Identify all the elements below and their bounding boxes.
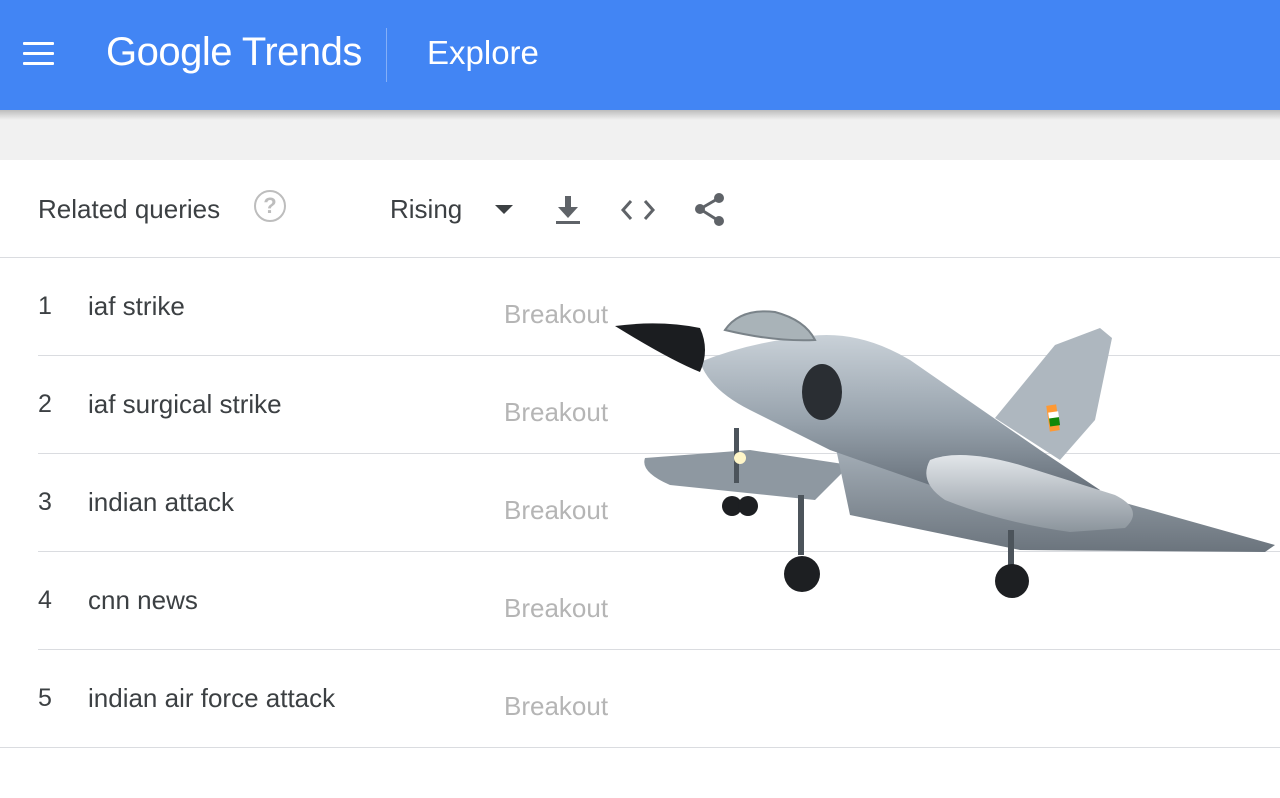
help-circle-icon[interactable]: ?: [254, 190, 286, 222]
share-icon[interactable]: [690, 190, 730, 230]
page-background-band: [0, 110, 1280, 160]
header-divider: [386, 28, 387, 82]
fighter-jet-image: [615, 310, 1275, 598]
breakout-value: Breakout: [504, 495, 609, 525]
card-header: Related queries ? Rising: [0, 160, 1280, 258]
app-bar: Google Trends Explore: [0, 0, 1280, 110]
rank-number: 3: [38, 488, 52, 516]
dropdown-arrow-icon: [495, 205, 513, 214]
rank-number: 5: [38, 684, 52, 712]
breakout-value: Breakout: [504, 397, 609, 427]
download-icon[interactable]: [548, 190, 588, 230]
embed-code-icon[interactable]: [618, 190, 658, 230]
breakout-value: Breakout: [504, 593, 609, 623]
query-link[interactable]: iaf surgical strike: [88, 388, 282, 420]
rank-number: 1: [38, 292, 52, 320]
rank-number: 4: [38, 586, 52, 614]
hamburger-menu-icon[interactable]: [20, 38, 60, 70]
google-trends-logo[interactable]: Google Trends: [106, 26, 362, 78]
query-link[interactable]: indian attack: [88, 486, 234, 518]
list-item[interactable]: 5 indian air force attack Breakout: [0, 650, 1280, 748]
rising-filter-label: Rising: [390, 194, 463, 224]
rank-number: 2: [38, 390, 52, 418]
card-title: Related queries: [38, 194, 221, 224]
query-link[interactable]: indian air force attack: [88, 682, 335, 714]
query-link[interactable]: iaf strike: [88, 290, 185, 322]
page-title: Explore: [427, 34, 539, 71]
breakout-value: Breakout: [504, 691, 609, 721]
query-link[interactable]: cnn news: [88, 584, 198, 616]
breakout-value: Breakout: [504, 299, 609, 329]
